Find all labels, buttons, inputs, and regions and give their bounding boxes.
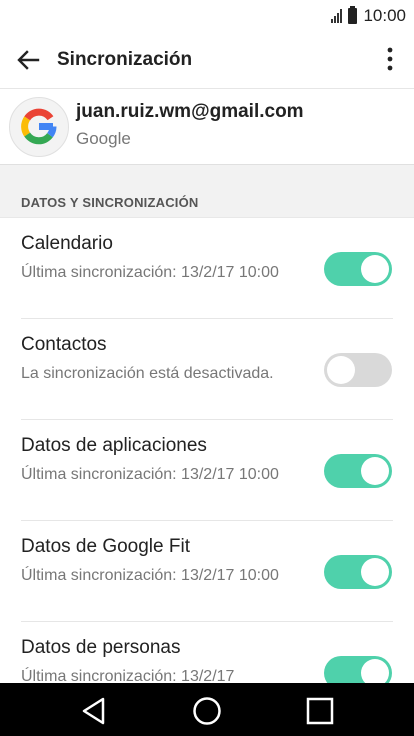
item-title: Contactos xyxy=(21,334,107,355)
google-logo-icon xyxy=(9,97,69,157)
toggle-knob xyxy=(361,255,389,283)
more-vert-icon xyxy=(387,47,393,71)
list-item-datos-aplicaciones[interactable]: Datos de aplicaciones Última sincronizac… xyxy=(0,420,414,521)
account-provider: Google xyxy=(76,129,131,148)
app-bar: Sincronización xyxy=(0,32,414,88)
account-email: juan.ruiz.wm@gmail.com xyxy=(76,101,304,122)
nav-home-button[interactable] xyxy=(187,691,227,731)
nav-home-icon xyxy=(193,697,221,725)
navigation-bar xyxy=(0,683,414,736)
battery-icon xyxy=(348,6,358,24)
nav-recents-button[interactable] xyxy=(300,691,340,731)
status-bar: 10:00 xyxy=(0,0,414,32)
toggle-knob xyxy=(361,457,389,485)
item-subtitle: La sincronización está desactivada. xyxy=(21,365,274,382)
more-options-button[interactable] xyxy=(380,44,400,76)
list-item-google-fit[interactable]: Datos de Google Fit Última sincronizació… xyxy=(0,521,414,622)
item-title: Datos de aplicaciones xyxy=(21,435,207,456)
section-title: DATOS Y SINCRONIZACIÓN xyxy=(21,195,199,210)
sync-list: Calendario Última sincronización: 13/2/1… xyxy=(0,218,414,723)
toggle-knob xyxy=(361,558,389,586)
nav-back-button[interactable] xyxy=(74,691,114,731)
signal-icon xyxy=(331,9,343,23)
nav-back-icon xyxy=(82,697,105,725)
page-title: Sincronización xyxy=(57,49,193,70)
status-time: 10:00 xyxy=(363,6,406,25)
back-button[interactable] xyxy=(12,44,44,76)
item-subtitle: Última sincronización: 13/2/17 10:00 xyxy=(21,264,279,281)
section-header: DATOS Y SINCRONIZACIÓN xyxy=(0,164,414,218)
list-item-contactos[interactable]: Contactos La sincronización está desacti… xyxy=(0,319,414,420)
list-item-calendario[interactable]: Calendario Última sincronización: 13/2/1… xyxy=(0,218,414,319)
sync-toggle[interactable] xyxy=(324,353,392,387)
account-row: juan.ruiz.wm@gmail.com Google xyxy=(0,88,414,164)
sync-toggle[interactable] xyxy=(324,454,392,488)
status-icons: 10:00 xyxy=(331,6,406,26)
item-title: Datos de personas xyxy=(21,637,181,658)
item-title: Calendario xyxy=(21,233,113,254)
sync-toggle[interactable] xyxy=(324,555,392,589)
item-subtitle: Última sincronización: 13/2/17 10:00 xyxy=(21,466,279,483)
sync-toggle[interactable] xyxy=(324,252,392,286)
nav-recents-icon xyxy=(306,697,334,725)
back-arrow-icon xyxy=(17,50,40,70)
item-subtitle: Última sincronización: 13/2/17 10:00 xyxy=(21,567,279,584)
toggle-knob xyxy=(327,356,355,384)
item-title: Datos de Google Fit xyxy=(21,536,190,557)
